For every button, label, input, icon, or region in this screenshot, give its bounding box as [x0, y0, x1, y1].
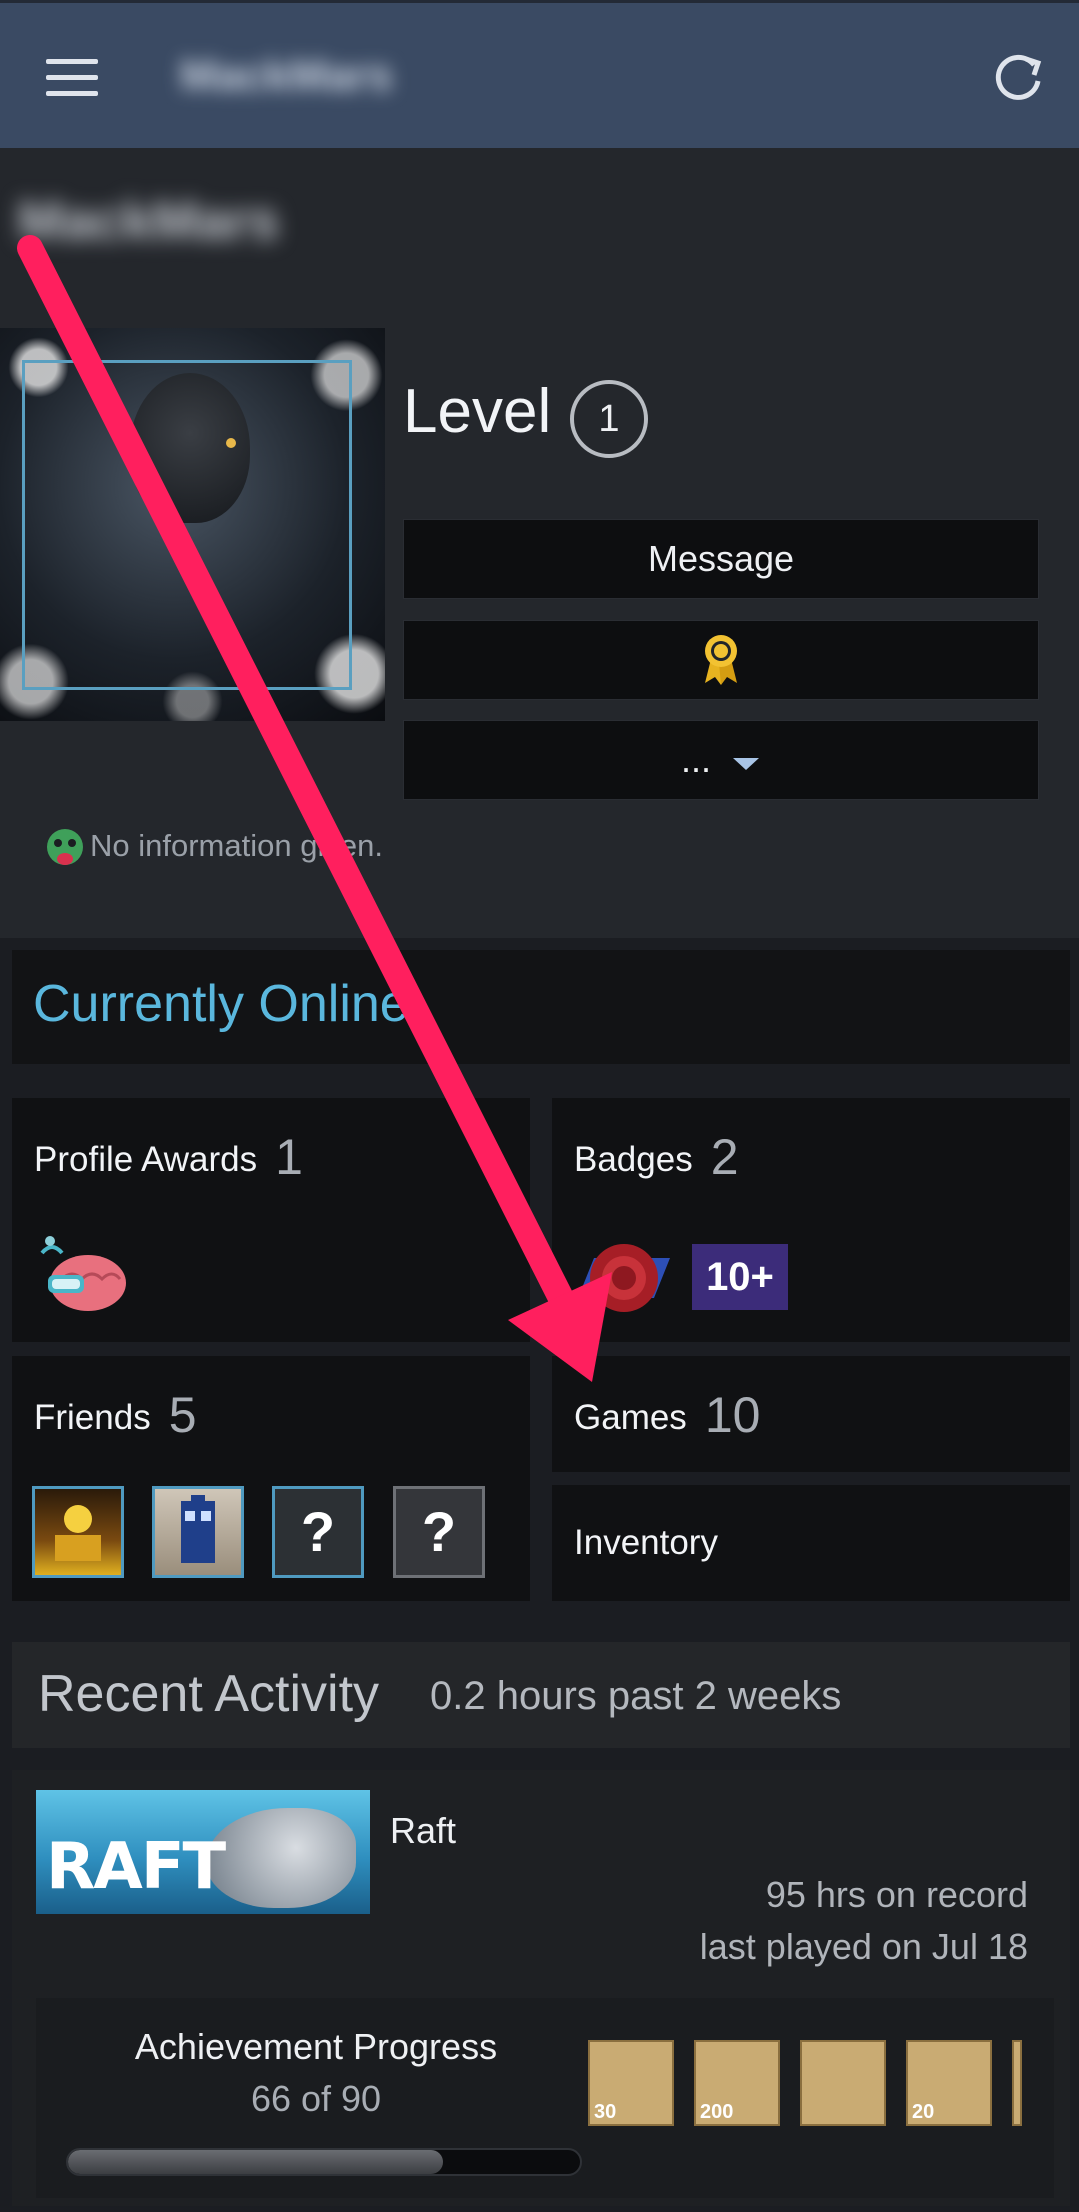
badges-card[interactable]: Badges 2 10+	[552, 1098, 1070, 1342]
badges-label: Badges	[574, 1140, 693, 1179]
brain-award-icon[interactable]	[32, 1233, 132, 1323]
menu-icon[interactable]	[46, 59, 98, 96]
online-status-text: Currently Online	[33, 975, 409, 1033]
badges-count: 2	[710, 1129, 739, 1185]
profile-awards-label: Profile Awards	[34, 1140, 258, 1179]
friends-title: Friends 5	[34, 1386, 197, 1444]
level-badge[interactable]: 1	[570, 380, 648, 458]
achievement-icon-label: 20	[912, 2101, 935, 2123]
more-options-button[interactable]: ...	[403, 720, 1039, 800]
profile-avatar[interactable]	[0, 328, 385, 721]
raft-logo-text: RAFT	[46, 1830, 226, 1904]
achievement-icon[interactable]: 30	[588, 2040, 674, 2126]
online-status-bar: Currently Online	[12, 950, 1070, 1064]
recent-game-panel: RAFT Raft 95 hrs on record last played o…	[12, 1770, 1070, 2206]
hours-on-record: 95 hrs on record	[765, 1874, 1028, 1915]
game-name[interactable]: Raft	[390, 1810, 456, 1852]
badges-title: Badges 2	[574, 1128, 739, 1186]
friend-avatar-unknown[interactable]: ?	[393, 1486, 485, 1578]
question-mark-icon: ?	[300, 1500, 336, 1563]
achievement-icon[interactable]	[800, 2040, 886, 2126]
persona-name: MackMars	[18, 191, 280, 251]
achievement-progress-title: Achievement Progress	[134, 2026, 498, 2067]
profile-header: MackMars Level 1 Message ... No informat…	[0, 148, 1079, 938]
achievement-icon-label: 200	[700, 2101, 734, 2123]
inventory-label: Inventory	[574, 1523, 718, 1562]
profile-awards-card[interactable]: Profile Awards 1	[12, 1098, 530, 1342]
avatar-frame	[22, 360, 352, 690]
achievement-icon[interactable]: 200	[694, 2040, 780, 2126]
achievement-icon-label: 30	[594, 2101, 617, 2123]
friend-avatar-unknown[interactable]: ?	[272, 1486, 364, 1578]
recent-activity-title: Recent Activity	[38, 1665, 380, 1723]
seal-badge-icon[interactable]	[574, 1238, 674, 1318]
message-button[interactable]: Message	[403, 519, 1039, 599]
profile-awards-count: 1	[275, 1129, 303, 1185]
inventory-card[interactable]: Inventory	[552, 1485, 1070, 1601]
friend-avatar[interactable]	[152, 1486, 244, 1578]
more-options-label: ...	[680, 739, 711, 780]
profile-awards-title: Profile Awards 1	[34, 1128, 303, 1186]
refresh-icon[interactable]	[990, 51, 1046, 107]
level-10-badge[interactable]: 10+	[692, 1244, 788, 1310]
friends-count: 5	[168, 1387, 197, 1443]
level-label: Level	[403, 377, 552, 446]
achievement-icon[interactable]: 20	[906, 2040, 992, 2126]
friends-label: Friends	[34, 1398, 151, 1437]
friend-avatar-image	[55, 1505, 101, 1561]
status-text: No information given.	[90, 828, 383, 864]
achievement-progress-box[interactable]: Achievement Progress 66 of 90 30 200 20	[36, 1998, 1054, 2198]
last-played: last played on Jul 18	[699, 1926, 1028, 1967]
games-count: 10	[704, 1387, 761, 1443]
app-header: MackMars	[0, 0, 1079, 148]
raft-capsule-image[interactable]: RAFT	[36, 1790, 370, 1914]
status-line: No information given.	[42, 825, 383, 871]
award-button[interactable]	[403, 620, 1039, 700]
friend-avatar[interactable]	[32, 1486, 124, 1578]
tardis-icon	[181, 1495, 215, 1563]
games-title: Games 10	[574, 1386, 760, 1444]
achievement-progress-bar	[66, 2148, 582, 2176]
recent-activity-header: Recent Activity 0.2 hours past 2 weeks	[12, 1642, 1070, 1748]
games-label: Games	[574, 1398, 687, 1437]
emoticon-icon	[47, 829, 83, 865]
achievement-progress-fill	[68, 2150, 444, 2174]
award-ribbon-icon	[705, 635, 737, 685]
chevron-down-icon	[733, 758, 760, 770]
level-10-badge-text: 10+	[706, 1255, 774, 1299]
games-card[interactable]: Games 10	[552, 1356, 1070, 1472]
achievement-icon-partial[interactable]	[1012, 2040, 1022, 2126]
recent-activity-summary: 0.2 hours past 2 weeks	[430, 1674, 842, 1718]
achievement-count: 66 of 90	[250, 2078, 382, 2119]
question-mark-icon: ?	[421, 1500, 457, 1563]
header-title: MackMars	[180, 51, 393, 100]
